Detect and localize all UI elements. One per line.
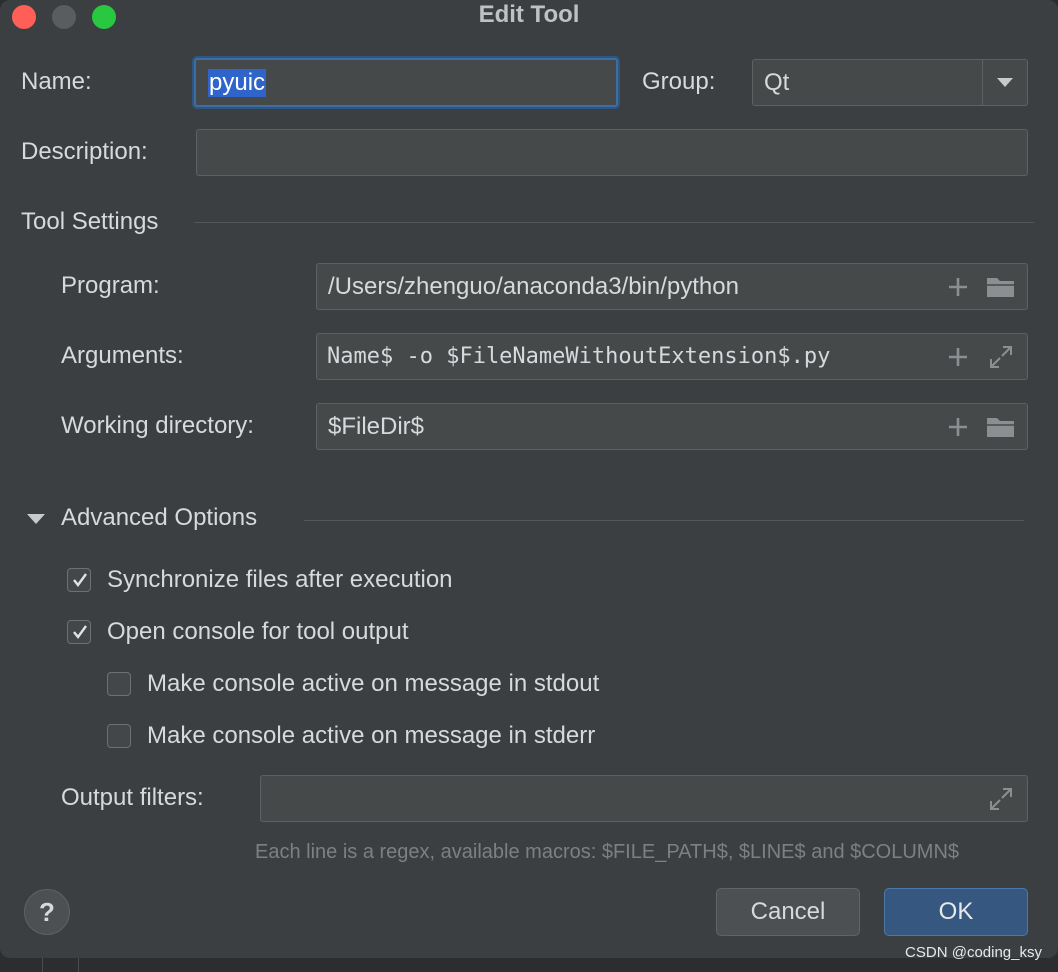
checkmark-icon: [73, 573, 87, 587]
program-value: /Users/zhenguo/anaconda3/bin/python: [328, 272, 739, 300]
program-label: Program:: [61, 272, 160, 299]
group-combobox[interactable]: Qt: [752, 59, 1028, 106]
arguments-input[interactable]: Name$ -o $FileNameWithoutExtension$.py: [316, 333, 1028, 380]
open-console-label[interactable]: Open console for tool output: [107, 618, 409, 646]
folder-icon[interactable]: [985, 414, 1017, 440]
output-filters-hint: Each line is a regex, available macros: …: [255, 841, 960, 863]
name-input[interactable]: pyuic: [194, 58, 618, 107]
cancel-button[interactable]: Cancel: [716, 888, 860, 936]
tool-settings-separator: [194, 222, 1034, 223]
dialog-title: Edit Tool: [478, 1, 580, 28]
program-input[interactable]: /Users/zhenguo/anaconda3/bin/python: [316, 263, 1028, 310]
edit-tool-dialog: Edit Tool Name: pyuic Group: Qt Descript…: [0, 0, 1058, 958]
chevron-down-icon: [997, 78, 1013, 87]
checkmark-icon: [73, 625, 87, 639]
background-strip: [0, 958, 1058, 972]
description-input[interactable]: [196, 129, 1028, 176]
name-label: Name:: [21, 68, 92, 95]
group-label: Group:: [642, 68, 716, 95]
group-value: Qt: [764, 68, 790, 96]
working-directory-value: $FileDir$: [328, 412, 425, 440]
ok-button[interactable]: OK: [884, 888, 1028, 936]
active-on-stdout-checkbox[interactable]: [107, 672, 131, 696]
working-directory-label: Working directory:: [61, 412, 254, 439]
plus-icon[interactable]: [945, 414, 971, 440]
triangle-down-icon[interactable]: [26, 512, 46, 526]
name-value: pyuic: [208, 68, 267, 97]
watermark: CSDN @coding_ksy: [905, 944, 1042, 961]
synchronize-files-label[interactable]: Synchronize files after execution: [107, 566, 453, 594]
active-on-stderr-checkbox[interactable]: [107, 724, 131, 748]
output-filters-input[interactable]: [260, 775, 1028, 822]
open-console-checkbox[interactable]: [67, 620, 91, 644]
output-filters-label: Output filters:: [61, 784, 204, 811]
help-button[interactable]: ?: [24, 889, 70, 935]
advanced-options-separator: [304, 520, 1024, 521]
active-on-stdout-label[interactable]: Make console active on message in stdout: [147, 670, 599, 698]
active-on-stderr-label[interactable]: Make console active on message in stderr: [147, 722, 595, 750]
group-dropdown-button[interactable]: [982, 60, 1027, 105]
folder-icon[interactable]: [985, 274, 1017, 300]
synchronize-files-checkbox[interactable]: [67, 568, 91, 592]
plus-icon[interactable]: [945, 344, 971, 370]
advanced-options-heading[interactable]: Advanced Options: [61, 504, 257, 532]
arguments-value: Name$ -o $FileNameWithoutExtension$.py: [327, 344, 831, 369]
tool-settings-heading: Tool Settings: [21, 208, 159, 235]
description-label: Description:: [21, 138, 148, 165]
expand-icon[interactable]: [987, 785, 1015, 813]
expand-icon[interactable]: [987, 343, 1015, 371]
arguments-label: Arguments:: [61, 342, 184, 369]
working-directory-input[interactable]: $FileDir$: [316, 403, 1028, 450]
plus-icon[interactable]: [945, 274, 971, 300]
